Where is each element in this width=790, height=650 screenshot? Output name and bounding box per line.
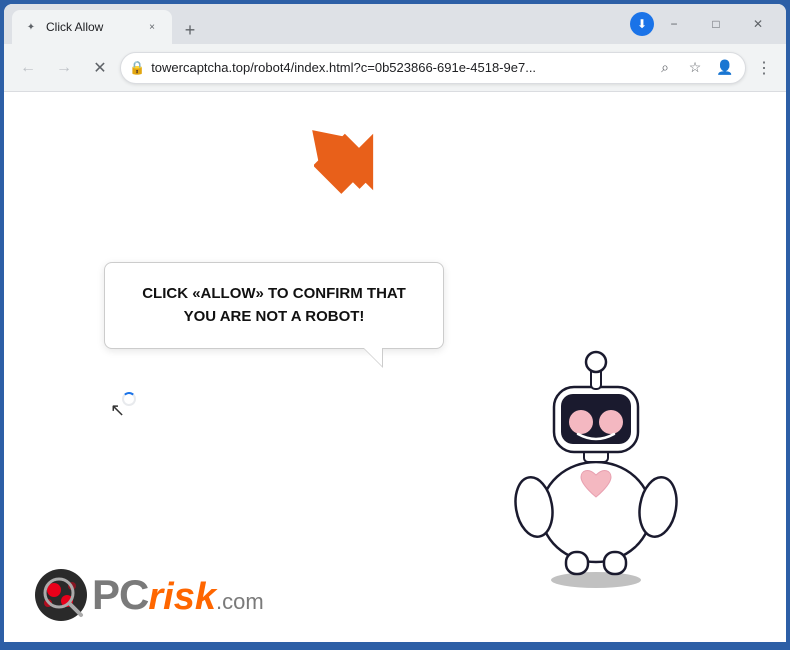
address-bar-icons: ⌕ ☆ 👤: [653, 56, 737, 80]
pcrisk-icon: [34, 568, 88, 622]
address-bar[interactable]: 🔒 towercaptcha.top/robot4/index.html?c=0…: [120, 52, 746, 84]
pc-text: PC: [92, 571, 148, 619]
download-icon: ⬇: [630, 12, 654, 36]
profile-icon[interactable]: 👤: [713, 56, 737, 80]
window-controls: − □ ✕: [654, 10, 778, 38]
com-text: .com: [216, 589, 264, 615]
tab-favicon: ✦: [24, 20, 38, 34]
back-button[interactable]: ←: [12, 52, 44, 84]
forward-button[interactable]: →: [48, 52, 80, 84]
forward-icon: →: [56, 59, 72, 77]
speech-bubble: CLICK «ALLOW» TO CONFIRM THAT YOU ARE NO…: [104, 262, 444, 349]
mouse-cursor: ↖: [110, 400, 125, 421]
reload-button[interactable]: ✕: [84, 52, 116, 84]
maximize-button[interactable]: □: [696, 10, 736, 38]
new-tab-button[interactable]: +: [176, 16, 204, 44]
tab-title: Click Allow: [46, 20, 136, 34]
pcrisk-logo: PC risk .com: [34, 568, 264, 622]
tab-close-button[interactable]: ×: [144, 19, 160, 35]
url-text: towercaptcha.top/robot4/index.html?c=0b5…: [151, 60, 647, 75]
search-icon[interactable]: ⌕: [653, 56, 677, 80]
navigation-bar: ← → ✕ 🔒 towercaptcha.top/robot4/index.ht…: [4, 44, 786, 92]
speech-bubble-text: CLICK «ALLOW» TO CONFIRM THAT YOU ARE NO…: [129, 283, 419, 328]
tab-bar: ✦ Click Allow × +: [12, 4, 630, 44]
robot-illustration: [486, 312, 706, 592]
top-right-icons: ⬇: [630, 12, 654, 36]
title-bar: ✦ Click Allow × + ⬇ − □ ✕: [4, 4, 786, 44]
bookmark-icon[interactable]: ☆: [683, 56, 707, 80]
minimize-button[interactable]: −: [654, 10, 694, 38]
browser-window: ✦ Click Allow × + ⬇ − □ ✕ ← → ✕ 🔒: [4, 4, 786, 642]
pcrisk-text-group: PC risk .com: [92, 571, 264, 619]
reload-icon: ✕: [93, 58, 106, 78]
browser-menu-button[interactable]: ⋮: [750, 54, 778, 82]
active-tab[interactable]: ✦ Click Allow ×: [12, 10, 172, 44]
lock-icon: 🔒: [129, 60, 145, 76]
orange-arrow-indicator: [294, 112, 394, 217]
close-button[interactable]: ✕: [738, 10, 778, 38]
risk-text: risk: [148, 576, 216, 619]
back-icon: ←: [20, 59, 36, 77]
page-content: CLICK «ALLOW» TO CONFIRM THAT YOU ARE NO…: [4, 92, 786, 642]
